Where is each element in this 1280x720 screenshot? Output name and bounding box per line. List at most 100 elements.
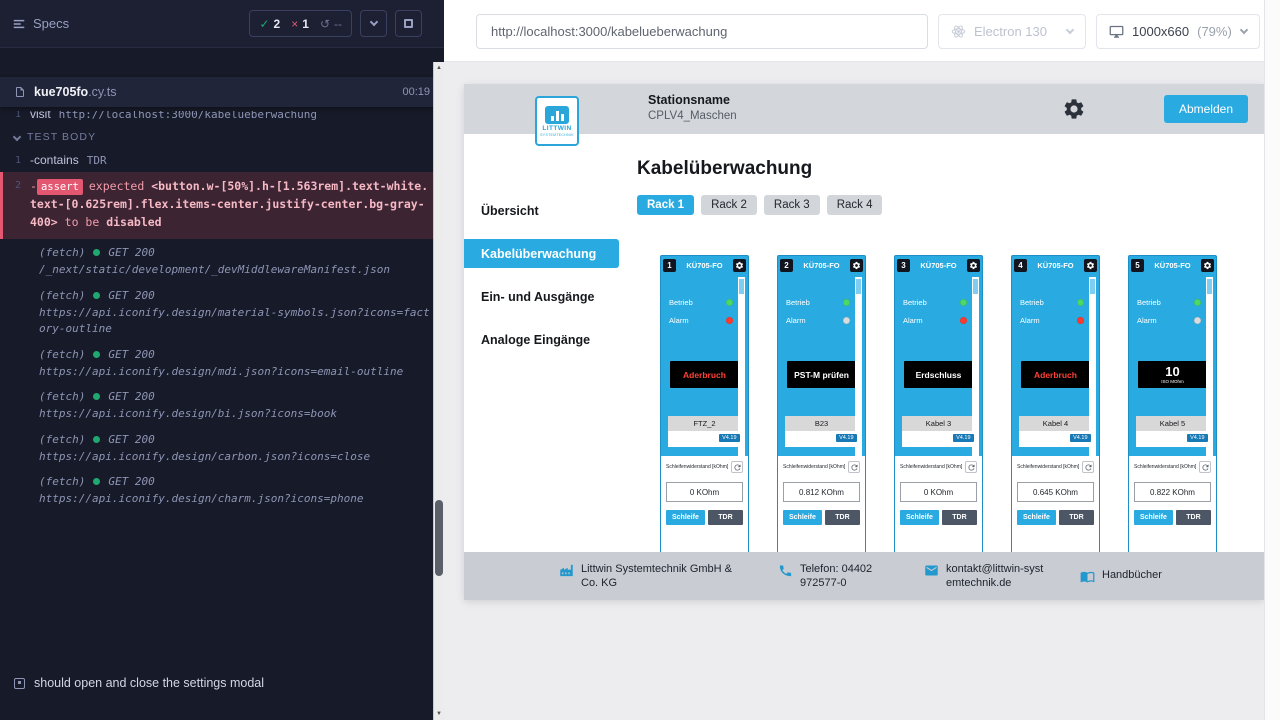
tdr-button[interactable]: TDR xyxy=(708,510,743,525)
scroll-down-arrow[interactable]: ▼ xyxy=(434,711,444,717)
device-card-2: 2 KÜ705-FO Betrieb Alarm PST-M prüfen xyxy=(777,255,866,552)
email-icon xyxy=(924,563,939,578)
littwin-logo: LITTWIN SYSTEMTECHNIK xyxy=(535,96,579,146)
factory-icon xyxy=(559,563,574,578)
chevron-down-icon xyxy=(1240,26,1248,34)
cable-name-box: B23 V4.19 xyxy=(785,416,859,447)
cable-name-box: FTZ_2 V4.19 xyxy=(668,416,742,447)
fetch-log-row[interactable]: (fetch) GET 200 https://api.iconify.desi… xyxy=(0,284,444,343)
sidebar-item-analoge-eingaenge[interactable]: Analoge Eingänge xyxy=(464,325,619,354)
tab-rack-2[interactable]: Rack 2 xyxy=(701,195,757,215)
visit-command-row[interactable]: 1 visit http://localhost:3000/kabelueber… xyxy=(0,111,444,124)
test-stats: ✓ 2 × 1 ↺ -- xyxy=(249,10,352,37)
refresh-button[interactable] xyxy=(731,461,743,473)
fetch-label: (fetch) xyxy=(39,348,85,361)
sidebar-item-ein-und-ausgaenge[interactable]: Ein- und Ausgänge xyxy=(464,282,619,311)
company-name: Littwin Systemtechnik GmbH & Co. KG xyxy=(581,562,744,591)
stat-passed: ✓ 2 xyxy=(259,17,280,31)
fetch-log-row[interactable]: (fetch) GET 200 https://api.iconify.desi… xyxy=(0,385,444,428)
refresh-button[interactable] xyxy=(1199,461,1211,473)
failed-assert-row[interactable]: 2 -assertexpected <button.w-[50%].h-[1.5… xyxy=(0,172,444,239)
spec-name[interactable]: kue705fo.cy.ts xyxy=(34,85,116,99)
sidebar-item-uebersicht[interactable]: Übersicht xyxy=(464,196,619,225)
schleife-button[interactable]: Schleife xyxy=(666,510,705,525)
device-settings-button[interactable] xyxy=(733,259,746,272)
contains-command-row[interactable]: 1 -contains TDR xyxy=(0,150,444,170)
fetch-status: GET 200 xyxy=(108,390,154,403)
tdr-button[interactable]: TDR xyxy=(1059,510,1094,525)
card-scrollbar-thumb[interactable] xyxy=(973,279,978,294)
tdr-button[interactable]: TDR xyxy=(825,510,860,525)
sidebar-item-kabelueberwachung[interactable]: Kabelüberwachung xyxy=(464,239,619,268)
device-card-1: 1 KÜ705-FO Betrieb Alarm Aderbruch xyxy=(660,255,749,552)
specs-button[interactable]: Specs xyxy=(12,16,69,31)
browser-select[interactable]: Electron 130 xyxy=(938,14,1086,49)
tab-rack-3[interactable]: Rack 3 xyxy=(764,195,820,215)
fetch-log-row[interactable]: (fetch) GET 200 https://api.iconify.desi… xyxy=(0,343,444,386)
measurement-label: Schleifenwiderstand [kOhm] xyxy=(783,464,845,470)
tab-rack-4[interactable]: Rack 4 xyxy=(827,195,883,215)
device-model-label: KÜ705-FO xyxy=(795,261,848,270)
phone-number: Telefon: 04402 972577-0 xyxy=(800,562,890,591)
device-settings-button[interactable] xyxy=(1084,259,1097,272)
tab-rack-1[interactable]: Rack 1 xyxy=(637,195,694,215)
version-row: V4.19 xyxy=(668,431,742,447)
footer-manuals[interactable]: Handbücher xyxy=(1080,568,1162,584)
fetch-label: (fetch) xyxy=(39,390,85,403)
fetch-status: GET 200 xyxy=(108,475,154,488)
url-input[interactable] xyxy=(476,14,928,49)
refresh-button[interactable] xyxy=(965,461,977,473)
logout-button[interactable]: Abmelden xyxy=(1164,95,1248,123)
card-scrollbar-thumb[interactable] xyxy=(1207,279,1212,294)
stop-button[interactable] xyxy=(395,10,422,37)
app-under-test: LITTWIN SYSTEMTECHNIK Stationsname CPLV4… xyxy=(464,84,1264,600)
card-scrollbar-thumb[interactable] xyxy=(1090,279,1095,294)
fetch-log-row[interactable]: (fetch) GET 200 https://api.iconify.desi… xyxy=(0,428,444,471)
command-arg: TDR xyxy=(87,153,107,167)
schleife-button[interactable]: Schleife xyxy=(900,510,939,525)
measurement-label: Schleifenwiderstand [kOhm] xyxy=(1017,464,1079,470)
device-card-5: 5 KÜ705-FO Betrieb Alarm 10 ISO MOhm xyxy=(1128,255,1217,552)
refresh-icon xyxy=(1084,463,1093,472)
schleife-button[interactable]: Schleife xyxy=(1134,510,1173,525)
device-settings-button[interactable] xyxy=(850,259,863,272)
fetch-log-row[interactable]: (fetch) GET 200 https://api.iconify.desi… xyxy=(0,470,444,513)
status-display: PST-M prüfen xyxy=(787,361,857,388)
collapse-button[interactable] xyxy=(360,10,387,37)
device-card-header: 2 KÜ705-FO xyxy=(778,256,865,274)
card-scrollbar-thumb[interactable] xyxy=(856,279,861,294)
tdr-button[interactable]: TDR xyxy=(1176,510,1211,525)
runner-toolbar: Electron 130 1000x660 (79%) xyxy=(444,0,1264,62)
betrieb-led xyxy=(1194,299,1201,306)
card-scrollbar-thumb[interactable] xyxy=(739,279,744,294)
device-settings-button[interactable] xyxy=(967,259,980,272)
refresh-button[interactable] xyxy=(1082,461,1094,473)
assert-expected: expected xyxy=(89,179,144,193)
device-card-header: 1 KÜ705-FO xyxy=(661,256,748,274)
measurement-label: Schleifenwiderstand [kOhm] xyxy=(1134,464,1196,470)
refresh-button[interactable] xyxy=(848,461,860,473)
scrollbar-thumb[interactable] xyxy=(435,500,443,576)
scroll-up-arrow[interactable]: ▲ xyxy=(434,65,444,71)
window-scrollbar[interactable] xyxy=(1264,0,1280,720)
status-display: Aderbruch xyxy=(670,361,740,388)
brand-subtitle: SYSTEMTECHNIK xyxy=(540,133,574,137)
schleife-button[interactable]: Schleife xyxy=(783,510,822,525)
viewport-select[interactable]: 1000x660 (79%) xyxy=(1096,14,1260,49)
phone-icon xyxy=(778,563,793,578)
status-text: 10 xyxy=(1165,365,1179,378)
alarm-label: Alarm xyxy=(786,316,806,325)
test-body-section[interactable]: TEST BODY xyxy=(0,124,444,150)
spec-name-ext: .cy.ts xyxy=(88,85,116,99)
tdr-button[interactable]: TDR xyxy=(942,510,977,525)
screen: Specs ✓ 2 × 1 ↺ -- xyxy=(0,0,1280,720)
next-test-title[interactable]: should open and close the settings modal xyxy=(0,667,444,690)
footer-email[interactable]: kontakt@littwin-systemtechnik.de xyxy=(924,562,1046,591)
device-settings-button[interactable] xyxy=(1201,259,1214,272)
schleife-button[interactable]: Schleife xyxy=(1017,510,1056,525)
device-model-label: KÜ705-FO xyxy=(678,261,731,270)
reporter-scrollbar[interactable]: ▲ ▼ xyxy=(433,62,444,720)
settings-gear-icon[interactable] xyxy=(1062,97,1086,121)
fetch-log-row[interactable]: (fetch) GET 200 /_next/static/developmen… xyxy=(0,241,444,284)
device-model-label: KÜ705-FO xyxy=(1029,261,1082,270)
